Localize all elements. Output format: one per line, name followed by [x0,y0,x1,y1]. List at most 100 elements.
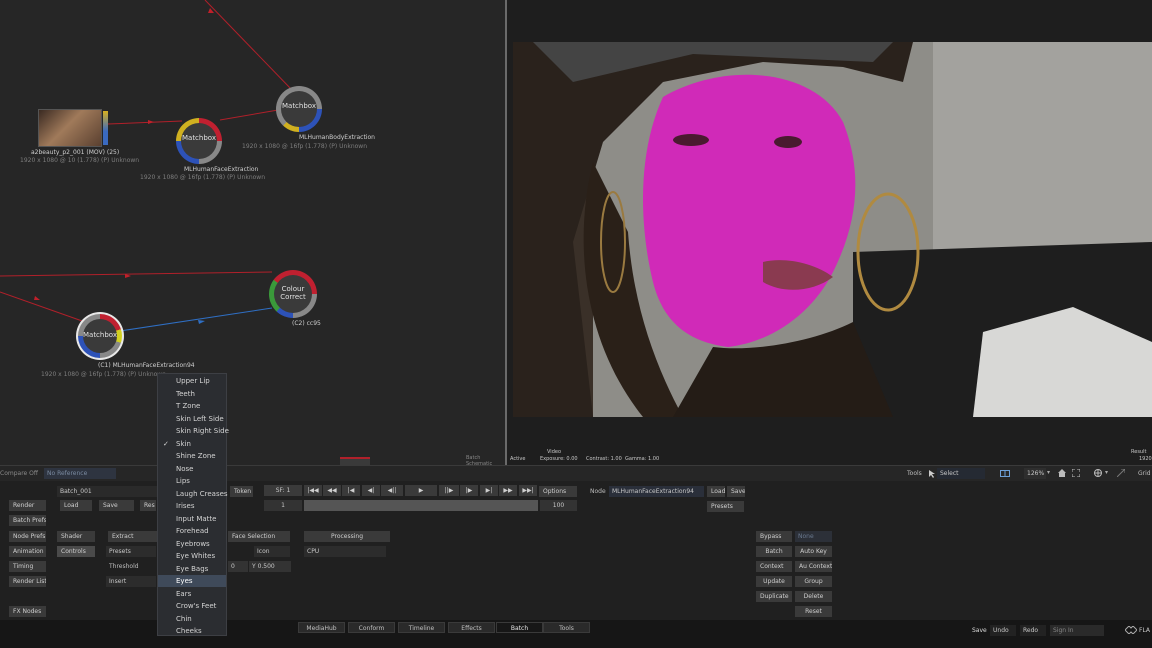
batch-button[interactable]: Batch [756,546,792,557]
menu-item[interactable]: Skin Left Side [158,413,226,425]
menu-item[interactable]: Upper Lip [158,375,226,387]
animation-button[interactable]: Animation [9,546,46,557]
reset-button[interactable]: Reset [795,606,832,617]
load-button[interactable]: Load [60,500,92,511]
presets-button[interactable]: Presets [707,501,744,512]
menu-item[interactable]: Ears [158,588,226,600]
menu-item[interactable]: Nose [158,463,226,475]
tab-face-selection[interactable]: Face Selection [228,531,290,542]
tab-timeline[interactable]: Timeline [398,622,445,633]
menu-item[interactable]: Irises [158,500,226,512]
shader-button[interactable]: Shader [57,531,95,542]
y-value-field[interactable]: Y 0.500 [249,561,291,572]
token-button[interactable]: Token [230,486,253,497]
tab-processing[interactable]: Processing [304,531,390,542]
node-load-button[interactable]: Load [707,486,725,497]
menu-item[interactable]: Eye Bags [158,563,226,575]
menu-item[interactable]: Crow's Feet [158,600,226,612]
menu-item[interactable]: T Zone [158,400,226,412]
grid-button[interactable]: Grid [1138,470,1151,477]
menu-item[interactable]: Eye Whites [158,550,226,562]
auto-key-button[interactable]: Auto Key [795,546,832,557]
matchbox-body-node[interactable]: Matchbox [276,86,322,132]
menu-item[interactable]: Skin Right Side [158,425,229,437]
processing-device-select[interactable]: CPU [304,546,386,557]
partial-node[interactable] [340,457,370,465]
tab-extract[interactable]: Extract [108,531,158,542]
x-value-field[interactable]: 0 [228,561,248,572]
step-back-button[interactable]: ◀| [362,485,380,496]
cursor-icon[interactable] [929,470,935,478]
clip-node[interactable] [38,109,110,147]
menu-item[interactable]: Lips [158,475,226,487]
prev-frame-marker-button[interactable]: |◀ [342,485,360,496]
play-button[interactable]: ▶ [405,485,437,496]
home-icon[interactable] [1058,469,1066,477]
pause-forward-button[interactable]: ||▶ [439,485,459,496]
menu-item[interactable]: Laugh Creases [158,488,228,500]
viewer-layout-icon[interactable] [1000,470,1010,477]
image-viewer[interactable]: Video Active Exposure: 0.00 Contrast: 1.… [507,0,1152,465]
matchbox-face94-node[interactable]: Matchbox [76,312,124,360]
compare-toggle[interactable]: Compare Off [0,470,38,477]
expand-icon[interactable] [1117,469,1125,477]
timeline-scrubber[interactable] [304,500,538,511]
zoom-dropdown-icon[interactable]: ▾ [1047,469,1050,476]
fx-nodes-button[interactable]: FX Nodes [9,606,46,617]
node-save-button[interactable]: Save [727,486,745,497]
target-dropdown-icon[interactable]: ▾ [1105,469,1108,476]
bypass-none-field[interactable]: None [795,531,832,542]
menu-item[interactable]: Cheeks [158,625,226,637]
menu-item[interactable]: Teeth [158,388,226,400]
menu-item[interactable]: Skin ✓ [158,438,226,450]
redo-button[interactable]: Redo [1020,625,1046,636]
go-end-button[interactable]: ▶▶| [519,485,537,496]
insert-select[interactable]: Insert [106,576,156,587]
menu-item[interactable]: Chin [158,613,226,625]
prev-key-button[interactable]: ◀◀ [323,485,341,496]
pause-back-button[interactable]: ◀|| [381,485,403,496]
reference-select[interactable]: No Reference [44,468,116,479]
render-list-button[interactable]: Render List [9,576,46,587]
options-button[interactable]: Options [539,486,577,497]
batch-name-field[interactable]: Batch_001 [57,486,157,497]
menu-item[interactable]: Shine Zone [158,450,226,462]
tab-conform[interactable]: Conform [348,622,395,633]
tab-mediahub[interactable]: MediaHub [298,622,345,633]
target-icon[interactable] [1094,469,1102,477]
reset-batch-button[interactable]: Res [140,500,156,511]
context-button[interactable]: Context [756,561,792,572]
group-button[interactable]: Group [795,576,832,587]
frame-start-field[interactable]: 1 [264,500,302,511]
next-marker-button[interactable]: ▶| [480,485,498,496]
frame-end-field[interactable]: 100 [540,500,577,511]
delete-button[interactable]: Delete [795,591,832,602]
tab-tools[interactable]: Tools [543,622,590,633]
duplicate-button[interactable]: Duplicate [756,591,792,602]
node-name-field[interactable]: MLHumanFaceExtraction94 [609,486,704,497]
timing-button[interactable]: Timing [9,561,46,572]
undo-button[interactable]: Undo [990,625,1016,636]
face-region-dropdown[interactable]: Upper Lip Teeth T Zone Skin Left Side Skin R… [157,373,229,637]
bypass-button[interactable]: Bypass [756,531,792,542]
fit-icon[interactable] [1072,469,1080,477]
save-button[interactable]: Save [99,500,134,511]
tab-batch[interactable]: Batch [496,622,543,633]
update-button[interactable]: Update [756,576,792,587]
node-prefs-button[interactable]: Node Prefs [9,531,46,542]
go-start-button[interactable]: |◀◀ [304,485,322,496]
colour-correct-node[interactable]: Colour Correct [269,270,317,318]
tab-effects[interactable]: Effects [448,622,495,633]
controls-button[interactable]: Controls [57,546,95,557]
select-tool-field[interactable]: Select [937,468,985,479]
zoom-field[interactable]: 126% [1024,468,1046,479]
menu-item[interactable]: Eyes [158,575,226,587]
menu-item[interactable]: Eyebrows [158,538,226,550]
bottom-save-button[interactable]: Save [972,627,987,634]
extract-presets-select[interactable]: Presets [106,546,156,557]
step-forward-button[interactable]: |▶ [460,485,478,496]
matchbox-face-node[interactable]: Matchbox [176,118,222,164]
batch-schematic[interactable]: a2beauty_p2_001 (MOV) (25) 1920 x 1080 @… [0,0,505,465]
menu-item[interactable]: Forehead [158,525,226,537]
au-context-button[interactable]: Au Context [795,561,832,572]
